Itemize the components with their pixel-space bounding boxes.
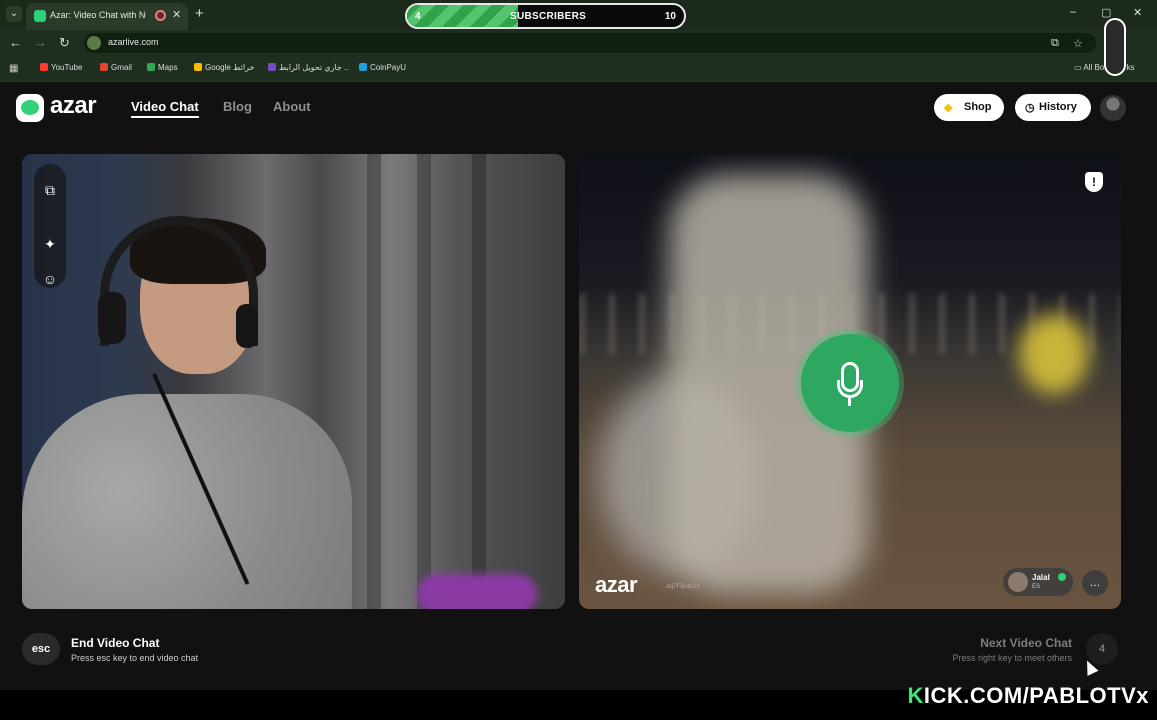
- maps-icon: [147, 63, 155, 71]
- azar-favicon-icon: [34, 10, 46, 22]
- verified-badge-icon: [1058, 573, 1066, 581]
- end-chat-esc-button[interactable]: esc: [22, 633, 60, 665]
- nav-about[interactable]: About: [273, 99, 311, 114]
- bookmark-label: جاري تحويل الرابط ..: [279, 63, 349, 72]
- azar-watermark: azar: [595, 572, 638, 597]
- subscriber-goal-fill: [407, 5, 518, 27]
- curtain-fold: [472, 154, 486, 609]
- gmail-icon: [100, 63, 108, 71]
- peer-name: Jalal: [1032, 573, 1050, 582]
- profile-icon[interactable]: [1104, 18, 1126, 76]
- clock-icon: ◷: [1025, 102, 1035, 114]
- peer-avatar: [1008, 572, 1028, 592]
- swap-view-icon[interactable]: ⧉: [34, 176, 66, 204]
- address-bar-row: ← → ↻ azarlive.com ⧉ ☆ ⋮: [0, 30, 1157, 79]
- maximize-button[interactable]: ▢: [1101, 6, 1111, 19]
- bookmark-link-converter[interactable]: جاري تحويل الرابط ..: [268, 63, 349, 72]
- sticker-face-icon[interactable]: ☺: [34, 265, 66, 293]
- bookmark-google-maps[interactable]: Google خرائط: [194, 63, 254, 72]
- local-user-torso: [22, 394, 352, 609]
- bookmark-star-icon[interactable]: ☆: [1073, 37, 1083, 50]
- google-maps-icon: [194, 63, 202, 71]
- bookmark-label: YouTube: [51, 63, 83, 72]
- tab-title: Azar: Video Chat with New: [50, 10, 146, 20]
- shop-button[interactable]: ◆ Shop: [934, 94, 1004, 121]
- bookmark-coinpayu[interactable]: CoinPayU: [359, 63, 406, 72]
- user-avatar[interactable]: [1100, 95, 1126, 121]
- end-video-chat-hint: Press esc key to end video chat: [71, 653, 199, 663]
- next-video-chat-hint: Press right key to meet others: [952, 653, 1072, 663]
- nav-video-chat[interactable]: Video Chat: [131, 99, 199, 118]
- microphone-button[interactable]: [801, 334, 899, 432]
- kick-channel-text: ICK.COM/PABLOTVx: [923, 683, 1149, 708]
- forward-icon[interactable]: →: [34, 35, 47, 50]
- subscriber-goal-bar: 4 SUBSCRIBERS 10: [405, 3, 686, 29]
- tab-close-button[interactable]: ✕: [172, 8, 181, 21]
- report-shield-icon[interactable]: !: [1085, 172, 1103, 192]
- minimize-button[interactable]: –: [1070, 6, 1076, 18]
- url-field[interactable]: azarlive.com ⧉ ☆: [84, 33, 1096, 53]
- nav-blog[interactable]: Blog: [223, 99, 252, 114]
- url-text: azarlive.com: [108, 37, 159, 47]
- youtube-icon: [40, 63, 48, 71]
- browser-tab-bar: ⌄ Azar: Video Chat with New ✕ + 4 SUBSCR…: [0, 0, 1157, 30]
- tab-search-button[interactable]: ⌄: [6, 6, 22, 22]
- headset-earcup: [236, 304, 258, 348]
- bookmark-label: Google خرائط: [205, 63, 255, 72]
- close-window-button[interactable]: ✕: [1133, 6, 1142, 19]
- room-id: Aq7FBub2r1: [666, 584, 700, 590]
- microphone-stem: [848, 398, 851, 406]
- coinpayu-icon: [359, 63, 367, 71]
- video-tools-panel: ⧉ ✦ ☺: [34, 164, 66, 288]
- shop-label: Shop: [964, 101, 992, 113]
- site-info-icon[interactable]: [87, 36, 101, 50]
- end-video-chat-title[interactable]: End Video Chat: [71, 636, 159, 650]
- bookmark-youtube[interactable]: YouTube: [40, 63, 82, 72]
- remote-video: ! azar Aq7FBub2r1 Jalal ES …: [579, 154, 1121, 609]
- bookmarks-bar: ▦ YouTube Gmail Maps Google خرائط جاري ت…: [0, 56, 1157, 82]
- kick-k-letter: K: [907, 683, 924, 708]
- chat-icon[interactable]: …: [1082, 570, 1108, 596]
- reload-icon[interactable]: ↻: [59, 35, 70, 51]
- next-video-chat-title[interactable]: Next Video Chat: [980, 636, 1072, 650]
- kick-stream-overlay: KICK.COM/PABLOTVx: [907, 683, 1149, 709]
- history-label: History: [1039, 101, 1077, 113]
- apps-grid-icon[interactable]: ▦: [9, 63, 18, 74]
- curtain-fold: [367, 154, 381, 609]
- microphone-stand: [837, 380, 863, 398]
- bookmark-maps[interactable]: Maps: [147, 63, 178, 72]
- back-icon[interactable]: ←: [9, 35, 22, 50]
- subscriber-goal-target: 10: [664, 11, 676, 22]
- new-tab-button[interactable]: +: [195, 5, 204, 22]
- bookmark-label: CoinPayU: [370, 63, 407, 72]
- history-button[interactable]: ◷ History: [1015, 94, 1091, 121]
- peer-country: ES: [1032, 584, 1041, 590]
- peer-profile-chip[interactable]: Jalal ES: [1003, 568, 1073, 596]
- local-video: ⧉ ✦ ☺: [22, 154, 565, 609]
- azar-logo-icon[interactable]: [16, 94, 44, 122]
- browser-tab[interactable]: Azar: Video Chat with New ✕: [26, 3, 188, 30]
- bookmark-label: Gmail: [111, 63, 132, 72]
- gem-icon: ◆: [944, 102, 953, 114]
- magic-wand-icon[interactable]: ✦: [34, 230, 66, 258]
- link-icon: [268, 63, 276, 71]
- bookmark-label: Maps: [158, 63, 178, 72]
- azar-logo-text[interactable]: azar: [50, 92, 97, 120]
- folder-icon: ▭: [1074, 63, 1084, 72]
- bookmark-gmail[interactable]: Gmail: [100, 63, 132, 72]
- curtain-fold: [417, 154, 431, 609]
- subscriber-count: 4: [415, 11, 421, 22]
- headset-earcup: [98, 292, 126, 344]
- cast-icon[interactable]: ⧉: [1051, 37, 1059, 50]
- blurred-yellow-object: [1019, 314, 1089, 394]
- subscriber-goal-label: SUBSCRIBERS: [510, 11, 587, 22]
- azar-page: azar Video Chat Blog About ◆ Shop ◷ Hist…: [0, 82, 1157, 690]
- purple-object: [417, 574, 537, 609]
- recording-icon: [155, 10, 166, 21]
